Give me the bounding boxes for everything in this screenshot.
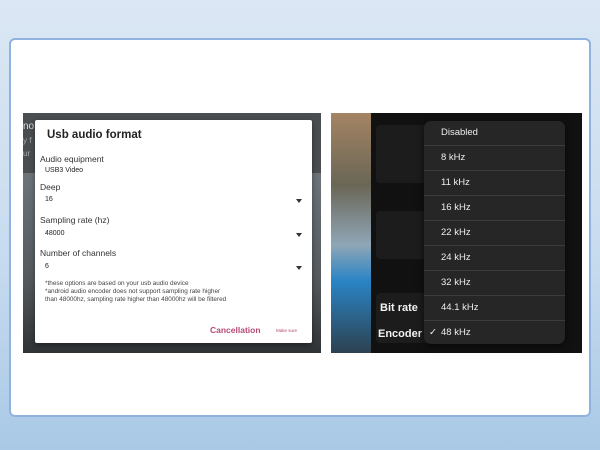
menu-item[interactable]: 22 kHz: [424, 221, 565, 246]
sampling-rate-select[interactable]: 48000: [40, 228, 302, 242]
background-text: no: [23, 121, 35, 132]
menu-item[interactable]: ✓ 48 kHz: [424, 321, 565, 346]
channels-value: 6: [45, 263, 49, 270]
note-line: than 48000hz, sampling rate higher than …: [45, 296, 227, 303]
settings-row: [376, 211, 431, 259]
confirm-button[interactable]: Make sure: [276, 328, 297, 333]
menu-item-label: 24 kHz: [441, 252, 471, 263]
menu-item-label: 22 kHz: [441, 227, 471, 238]
channels-select[interactable]: 6: [40, 261, 302, 275]
usb-audio-format-dialog: Usb audio format Audio equipment USB3 Vi…: [35, 120, 312, 343]
menu-item-label: Disabled: [441, 127, 478, 138]
menu-item[interactable]: 24 kHz: [424, 246, 565, 271]
menu-item-label: 16 kHz: [441, 202, 471, 213]
background-text: y f: [23, 136, 32, 145]
deep-value: 16: [45, 196, 53, 203]
channels-label: Number of channels: [40, 248, 117, 258]
menu-item-label: 8 kHz: [441, 152, 466, 163]
audio-equipment-label: Audio equipment: [40, 154, 104, 164]
bit-rate-label: Bit rate: [380, 302, 418, 314]
deep-label: Deep: [40, 182, 61, 192]
menu-item[interactable]: 16 kHz: [424, 196, 565, 221]
menu-item-label: 44.1 kHz: [441, 302, 479, 313]
dropdown-arrow-icon: [296, 199, 302, 203]
background-scene: [331, 113, 371, 353]
cancel-button[interactable]: Cancellation: [210, 325, 261, 335]
sampling-rate-value: 48000: [45, 230, 65, 237]
deep-select[interactable]: 16: [40, 194, 302, 208]
sample-rate-menu: Disabled 8 kHz 11 kHz 16 kHz 22 kHz 24 kHz 32 …: [424, 121, 565, 344]
sampling-rate-label: Sampling rate (hz): [40, 215, 110, 225]
menu-item-label: 48 kHz: [441, 327, 471, 338]
menu-item-label: 32 kHz: [441, 277, 471, 288]
menu-item[interactable]: 32 kHz: [424, 271, 565, 296]
encoder-label: Encoder: [378, 328, 423, 340]
checkmark-icon: ✓: [429, 327, 437, 338]
note-line: *these options are based on your usb aud…: [45, 280, 189, 287]
dropdown-arrow-icon: [296, 233, 302, 237]
dropdown-arrow-icon: [296, 266, 302, 270]
dialog-title: Usb audio format: [47, 129, 142, 141]
note-line: *android audio encoder does not support …: [45, 288, 221, 295]
menu-item[interactable]: Disabled: [424, 121, 565, 146]
menu-item[interactable]: 8 kHz: [424, 146, 565, 171]
settings-row: [376, 125, 431, 183]
menu-item[interactable]: 11 kHz: [424, 171, 565, 196]
audio-equipment-value: USB3 Video: [45, 167, 84, 174]
menu-item-label: 11 kHz: [441, 177, 470, 188]
background-text: ur: [23, 149, 31, 158]
menu-item[interactable]: 44.1 kHz: [424, 296, 565, 321]
